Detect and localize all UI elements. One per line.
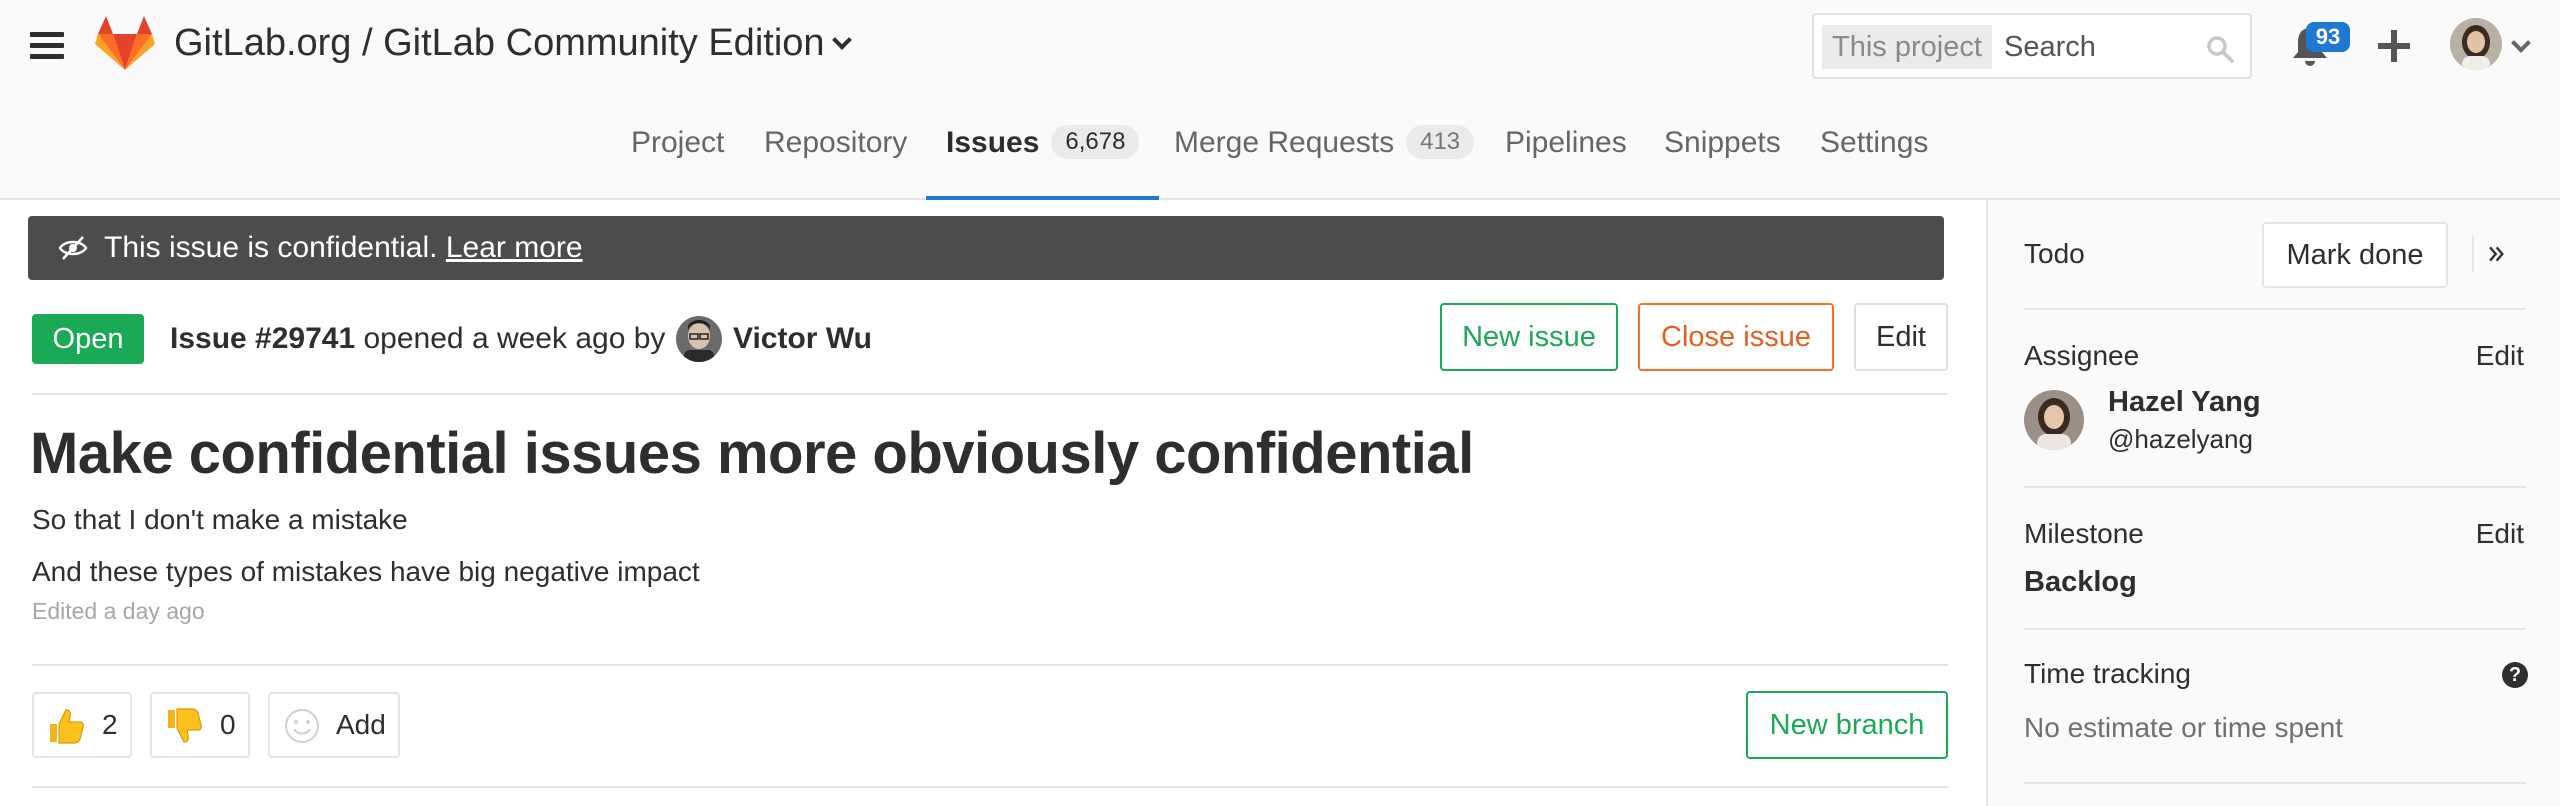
assignee-handle: @hazelyang [2108,424,2253,454]
collapse-sidebar-icon[interactable] [2472,236,2508,272]
add-award-label: Add [336,709,386,740]
tab-label: Issues [946,126,1040,159]
header-divider [32,393,1948,395]
edited-timestamp: Edited a day ago [32,598,205,624]
thumbsdown-icon [168,708,202,743]
search-box[interactable]: This project [1812,13,2252,79]
project-breadcrumb[interactable]: GitLab.org / GitLab Community Edition [174,22,852,65]
issue-number: Issue #29741 [170,322,356,355]
tab-merge-requests[interactable]: Merge Requests 413 [1174,120,1475,198]
confidential-message: This issue is confidential. [104,231,438,264]
sidebar-divider [2024,486,2526,488]
award-thumbsup-button[interactable]: 2 [32,692,132,758]
project-path[interactable]: GitLab.org / GitLab Community Edition [174,22,825,64]
tab-label: Merge Requests [1174,126,1395,159]
tab-pipelines[interactable]: Pipelines [1505,120,1627,198]
tab-label: Settings [1820,126,1929,159]
project-nav: Project Repository Issues 6,678 Merge Req… [0,120,2560,200]
description-line: So that I don't make a mistake [32,504,408,535]
milestone-edit-link[interactable]: Edit [2476,518,2524,550]
hamburger-menu-icon[interactable] [30,32,64,60]
description-line: And these types of mistakes have big neg… [32,556,700,587]
issues-count-badge: 6,678 [1051,125,1140,159]
issue-sidebar: Todo Mark done Assignee Edit Hazel Yang … [1986,200,2560,806]
new-item-plus-icon[interactable] [2378,30,2410,62]
tab-issues[interactable]: Issues 6,678 [926,120,1160,200]
tab-label: Project [631,126,725,159]
new-issue-button[interactable]: New issue [1440,303,1618,371]
milestone-value[interactable]: Backlog [2024,566,2137,599]
learn-more-link[interactable]: Lear more [446,231,583,264]
author-name[interactable]: Victor Wu [733,318,872,360]
new-branch-button[interactable]: New branch [1746,691,1948,759]
tab-repository[interactable]: Repository [764,120,907,198]
search-icon[interactable] [2206,35,2234,63]
time-tracking-status: No estimate or time spent [2024,712,2344,743]
tab-settings[interactable]: Settings [1820,120,1928,198]
assignee-label: Assignee [2024,340,2140,371]
issue-title: Make confidential issues more obviously … [30,421,1474,486]
add-award-button[interactable]: Add [268,692,400,758]
sidebar-divider [2024,308,2526,310]
notification-count-badge[interactable]: 93 [2306,22,2350,52]
tab-snippets[interactable]: Snippets [1664,120,1781,198]
award-thumbsdown-button[interactable]: 0 [150,692,250,758]
mark-done-button[interactable]: Mark done [2262,222,2448,288]
merge-requests-count-badge: 413 [1406,125,1475,159]
question-circle-icon[interactable]: ? [2502,662,2528,688]
tab-label: Pipelines [1505,126,1627,159]
status-badge: Open [32,314,144,364]
assignee-name[interactable]: Hazel Yang [2108,386,2261,419]
thumbsdown-count: 0 [220,709,236,740]
chevron-down-icon[interactable] [831,30,852,50]
description-divider [32,664,1948,666]
sidebar-divider [2024,628,2526,630]
tab-label: Repository [764,126,908,159]
edit-issue-button[interactable]: Edit [1854,303,1948,371]
smiley-icon [285,709,319,743]
milestone-label: Milestone [2024,518,2144,549]
thumbsup-count: 2 [102,709,118,740]
search-scope-badge[interactable]: This project [1822,25,1992,69]
todo-label: Todo [2024,238,2085,269]
tab-label: Snippets [1664,126,1781,159]
close-issue-button[interactable]: Close issue [1638,303,1834,371]
assignee-avatar[interactable] [2024,390,2084,450]
confidential-text-row: This issue is confidential. Lear more [104,216,583,280]
top-header: GitLab.org / GitLab Community Edition Th… [0,0,2560,200]
tab-project[interactable]: Project [631,120,724,198]
issue-opened-text: opened a week ago by [363,322,666,355]
search-input[interactable] [2004,25,2194,69]
user-avatar[interactable] [2450,18,2502,70]
assignee-edit-link[interactable]: Edit [2476,340,2524,372]
awards-divider [32,786,1948,788]
time-tracking-label: Time tracking [2024,658,2192,689]
thumbsup-icon [50,709,84,744]
eye-slash-icon [58,236,88,260]
issue-meta: Issue #29741 opened a week ago by [170,318,665,360]
author-avatar[interactable] [676,316,722,362]
sidebar-divider [2024,782,2526,784]
confidential-banner: This issue is confidential. Lear more [28,216,1944,280]
gitlab-logo[interactable] [95,16,155,72]
user-menu-chevron-icon[interactable] [2511,33,2531,53]
